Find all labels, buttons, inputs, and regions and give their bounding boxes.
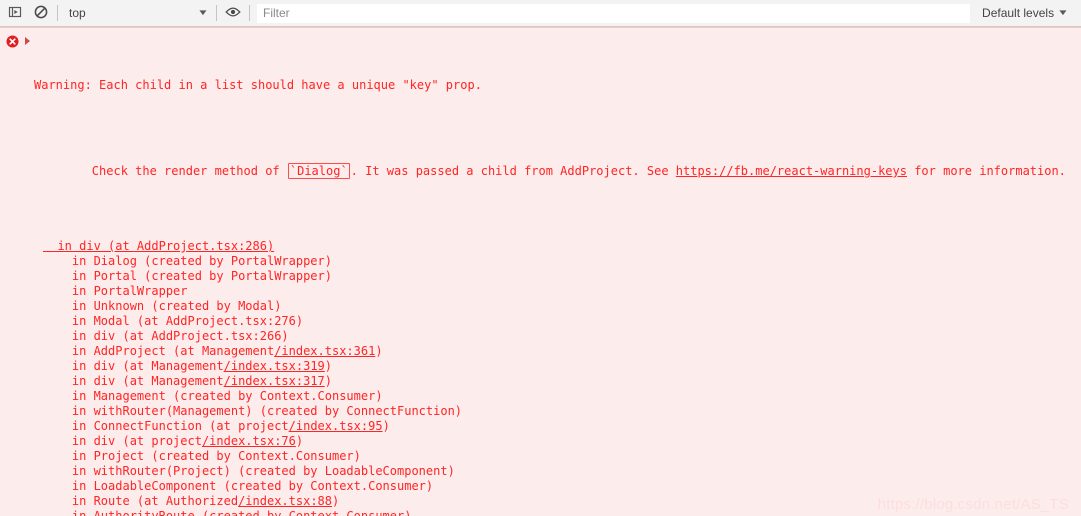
- stack-line[interactable]: in div (at AddProject.tsx:266): [43, 329, 1066, 344]
- console-error-message[interactable]: Warning: Each child in a list should hav…: [0, 28, 1081, 516]
- log-levels-label: Default levels: [982, 6, 1055, 20]
- console-drawer-button[interactable]: [2, 1, 28, 26]
- stack-line[interactable]: in div (at AddProject.tsx:286): [43, 239, 1066, 254]
- toolbar-divider-3: [249, 5, 250, 21]
- stack-line[interactable]: in Modal (at AddProject.tsx:276): [43, 314, 1066, 329]
- component-name-code: `Dialog`: [287, 163, 350, 179]
- clear-console-icon: [34, 5, 48, 22]
- detail-middle-text: . It was passed a child from AddProject.…: [350, 164, 676, 178]
- stack-source-link[interactable]: /index.tsx:88: [238, 494, 332, 508]
- stack-line-suffix: ): [375, 344, 383, 358]
- warning-headline: Warning: Each child in a list should hav…: [34, 78, 482, 92]
- stack-line-prefix: in div (at Management: [43, 374, 224, 388]
- watermark: https://blog.csdn.net/AS_TS: [877, 496, 1069, 513]
- stack-line-suffix: ): [324, 359, 333, 373]
- stack-source-link[interactable]: /index.tsx:95: [289, 419, 383, 433]
- stack-line-prefix: in ConnectFunction (at project: [43, 419, 289, 433]
- stack-line[interactable]: in div (at Management/index.tsx:319): [43, 359, 1066, 374]
- stack-source-link[interactable]: /index.tsx:317: [224, 374, 325, 388]
- toolbar-divider-2: [216, 5, 217, 21]
- stack-line[interactable]: in Project (created by Context.Consumer): [43, 449, 1066, 464]
- console-message-body: Warning: Each child in a list should hav…: [0, 32, 1070, 516]
- stack-line-suffix: ): [324, 374, 333, 388]
- stack-line-suffix: ): [332, 494, 340, 508]
- execution-context-select[interactable]: top ▼: [61, 3, 213, 24]
- stack-line-prefix: in AddProject (at Management: [43, 344, 275, 358]
- stack-line[interactable]: in Unknown (created by Modal): [43, 299, 1066, 314]
- stack-line[interactable]: in div (at project/index.tsx:76): [43, 434, 1066, 449]
- devtools-console-toolbar: top ▼ Default levels ▼: [0, 0, 1081, 27]
- stack-line-prefix: in div (at project: [43, 434, 202, 448]
- stack-line-prefix: in div (at Management: [43, 359, 224, 373]
- stack-source-link[interactable]: /index.tsx:319: [224, 359, 325, 373]
- stack-line-prefix: in Route (at Authorized: [43, 494, 239, 508]
- chevron-down-icon: ▼: [1057, 8, 1069, 17]
- console-drawer-icon: [8, 5, 22, 22]
- stack-line[interactable]: in div (at Management/index.tsx:317): [43, 374, 1066, 389]
- detail-suffix-text: for more information.: [906, 164, 1066, 178]
- console-message-list[interactable]: Warning: Each child in a list should hav…: [0, 27, 1081, 516]
- stack-source-link[interactable]: /index.tsx:361: [274, 344, 375, 358]
- execution-context-value: top: [69, 6, 86, 20]
- stack-line[interactable]: in AddProject (at Management/index.tsx:3…: [43, 344, 1066, 359]
- detail-prefix-text: Check the render method of: [91, 164, 287, 178]
- react-warning-keys-link[interactable]: https://fb.me/react-warning-keys: [676, 164, 907, 178]
- filter-input[interactable]: [257, 3, 971, 23]
- stack-line-suffix: ): [295, 434, 304, 448]
- component-stack-trace: in div (at AddProject.tsx:286) in Dialog…: [34, 239, 1066, 516]
- stack-line[interactable]: in PortalWrapper: [43, 284, 1066, 299]
- stack-line[interactable]: in Management (created by Context.Consum…: [43, 389, 1066, 404]
- stack-line[interactable]: in ConnectFunction (at project/index.tsx…: [43, 419, 1066, 434]
- live-expression-eye-icon: [225, 5, 241, 22]
- error-circle-icon: [6, 35, 19, 48]
- warning-detail: Check the render method of `Dialog`. It …: [34, 148, 1066, 194]
- chevron-down-icon: ▼: [197, 8, 209, 17]
- clear-console-button[interactable]: [28, 1, 54, 26]
- toolbar-divider-1: [57, 5, 58, 21]
- live-expression-button[interactable]: [220, 1, 246, 26]
- stack-line[interactable]: in Portal (created by PortalWrapper): [43, 269, 1066, 284]
- stack-line[interactable]: in LoadableComponent (created by Context…: [43, 479, 1066, 494]
- stack-line-suffix: ): [382, 419, 390, 433]
- log-levels-select[interactable]: Default levels ▼: [974, 3, 1077, 24]
- stack-line[interactable]: in withRouter(Project) (created by Loada…: [43, 464, 1066, 479]
- stack-source-link[interactable]: /index.tsx:76: [202, 434, 296, 448]
- expand-triangle-icon[interactable]: [25, 37, 30, 45]
- stack-line[interactable]: in withRouter(Management) (created by Co…: [43, 404, 1066, 419]
- stack-line[interactable]: in Dialog (created by PortalWrapper): [43, 254, 1066, 269]
